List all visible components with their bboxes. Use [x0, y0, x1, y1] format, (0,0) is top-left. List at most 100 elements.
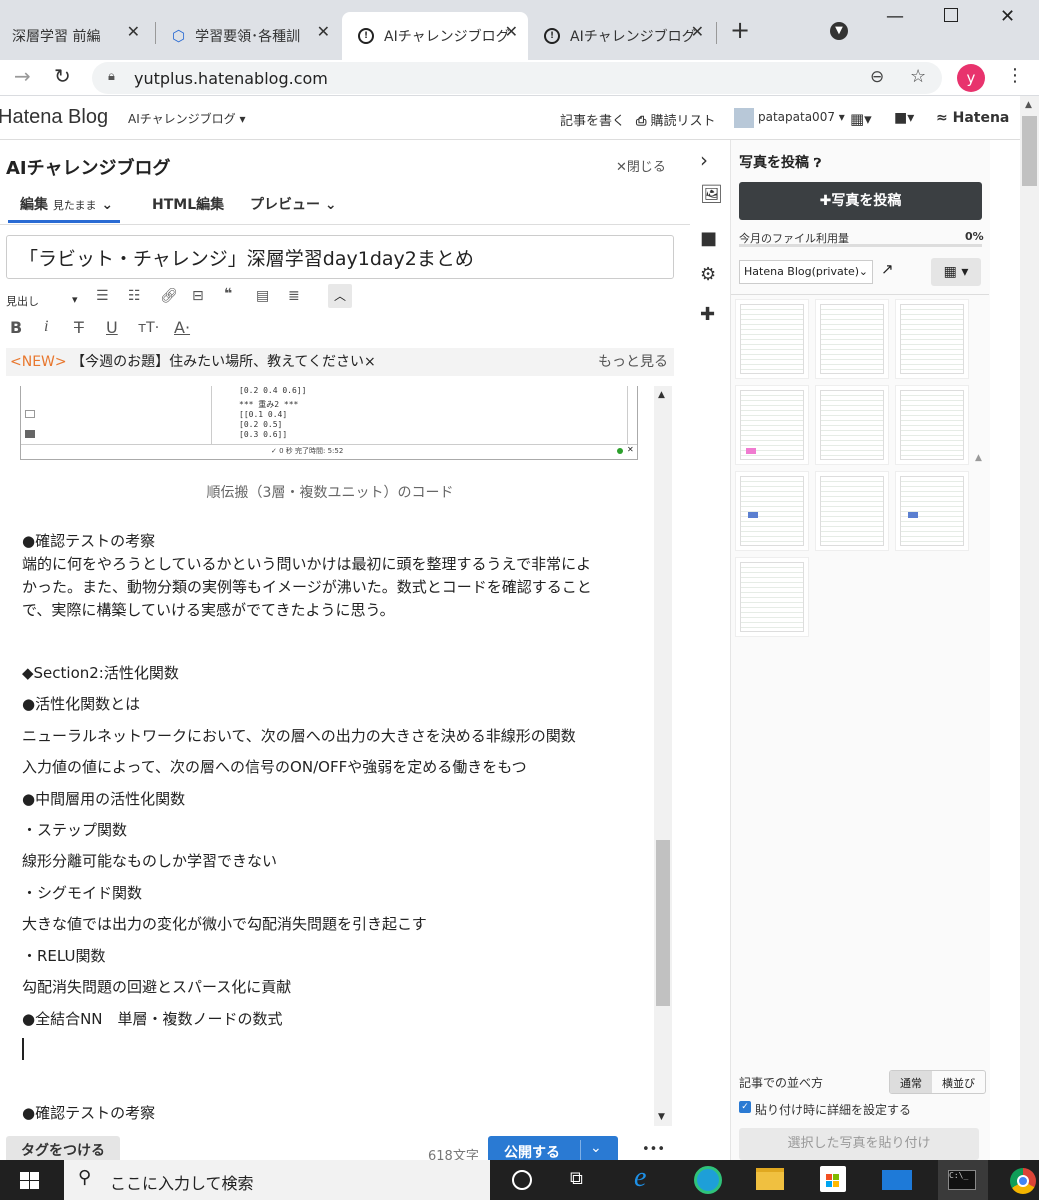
topic-link[interactable]: 【今週のお題】住みたい場所、教えてください×: [71, 354, 376, 370]
store-icon[interactable]: [820, 1166, 846, 1192]
tab-ai-blog[interactable]: ! AIチャレンジブログ ✕: [530, 12, 714, 60]
chrome-menu-icon[interactable]: ⋮: [1006, 65, 1024, 86]
window-close-icon[interactable]: ✕: [1000, 6, 1015, 27]
user-menu[interactable]: patapata007 ▾: [758, 110, 845, 124]
write-link[interactable]: 記事を書く: [560, 110, 625, 129]
reading-list-link[interactable]: ⎙ 購読リスト: [636, 110, 716, 129]
scrollbar-thumb[interactable]: [656, 840, 670, 1006]
more-options-icon[interactable]: •••: [642, 1142, 665, 1157]
sort-side-option[interactable]: 横並び: [932, 1071, 985, 1093]
scrollbar-thumb[interactable]: [1022, 116, 1037, 186]
gear-icon[interactable]: ⚙: [700, 264, 716, 285]
photo-thumbnail[interactable]: [895, 385, 969, 465]
view-grid-button[interactable]: ▦ ▾: [931, 258, 981, 286]
photo-grid: ▲ ▼: [731, 294, 989, 1195]
format-select[interactable]: 見出し ▾: [6, 290, 86, 310]
quote-icon[interactable]: ❝: [224, 286, 232, 302]
apps-grid-icon[interactable]: ▦▾: [850, 110, 872, 128]
numbered-list-icon[interactable]: ☷: [128, 288, 141, 304]
upload-photo-button[interactable]: ✚写真を投稿: [739, 182, 982, 220]
text-color-icon[interactable]: A·: [174, 318, 190, 337]
photo-thumbnail[interactable]: [735, 385, 809, 465]
folder-icon[interactable]: ■: [700, 228, 717, 249]
chevron-right-icon[interactable]: ›: [700, 148, 708, 172]
table-icon[interactable]: ▤: [256, 288, 269, 304]
tab-preview[interactable]: プレビュー ⌄: [250, 194, 337, 214]
scroll-up-icon[interactable]: ▲: [658, 390, 665, 400]
zoom-icon[interactable]: ⊖: [870, 67, 884, 87]
hatena-brand-link[interactable]: ≈ Hatena: [936, 110, 1009, 126]
photo-thumbnail[interactable]: [895, 471, 969, 551]
italic-icon[interactable]: i: [44, 318, 48, 336]
collapse-toolbar-icon[interactable]: ︿: [328, 284, 352, 308]
close-icon[interactable]: ✕: [127, 22, 140, 41]
cortana-icon[interactable]: [512, 1170, 532, 1190]
photo-thumbnail[interactable]: [895, 299, 969, 379]
horizontal-rule-icon[interactable]: ⊟: [192, 288, 204, 304]
new-tab-button[interactable]: +: [730, 16, 750, 44]
internet-explorer-icon[interactable]: e: [634, 1162, 646, 1194]
bold-icon[interactable]: B: [10, 318, 22, 337]
close-icon[interactable]: ✕: [691, 22, 704, 41]
photo-thumbnail[interactable]: [815, 299, 889, 379]
user-avatar[interactable]: [734, 108, 754, 128]
hatena-header: Hatena Blog AIチャレンジブログ ▾ 記事を書く ⎙ 購読リスト p…: [0, 96, 1020, 140]
mail-icon[interactable]: [882, 1170, 912, 1190]
photo-thumbnail[interactable]: [735, 299, 809, 379]
tab-html[interactable]: HTML編集: [152, 194, 224, 214]
tab-ai-blog-active[interactable]: ! AIチャレンジブログ ✕: [342, 12, 528, 60]
maximize-icon[interactable]: [944, 8, 958, 22]
photo-thumbnail[interactable]: [735, 557, 809, 637]
photo-thumbnail[interactable]: [735, 471, 809, 551]
taskbar-search[interactable]: ⚲ ここに入力して検索: [64, 1160, 490, 1200]
task-view-icon[interactable]: ⧉: [570, 1168, 583, 1189]
photo-thumbnail[interactable]: [815, 471, 889, 551]
hatena-blog-logo[interactable]: Hatena Blog: [0, 106, 108, 129]
read-more-icon[interactable]: ≣: [288, 288, 300, 304]
photo-thumbnail[interactable]: [815, 385, 889, 465]
paste-photo-button[interactable]: 選択した写真を貼り付け: [739, 1128, 979, 1160]
photo-icon[interactable]: 🖼︎: [700, 184, 723, 205]
strikethrough-icon[interactable]: T: [74, 318, 84, 337]
title-input[interactable]: 「ラビット・チャレンジ」深層学習day1day2まとめ: [6, 235, 674, 279]
chevron-down-icon[interactable]: ⌄: [590, 1140, 602, 1156]
external-link-icon[interactable]: ↗: [881, 260, 894, 278]
more-topics-link[interactable]: もっと見る: [598, 348, 668, 376]
tab-deep-learning[interactable]: 深層学習 前編 ✕: [0, 12, 150, 60]
scroll-up-icon[interactable]: ▲: [975, 453, 982, 463]
blog-menu[interactable]: AIチャレンジブログ ▾: [128, 110, 245, 127]
tab-study-guide[interactable]: ⬡ 学習要領･各種訓 ✕: [160, 12, 340, 60]
notification-icon[interactable]: ■▾: [894, 110, 914, 126]
page-scrollbar[interactable]: ▲: [1020, 96, 1039, 1160]
minimize-icon[interactable]: —: [886, 6, 904, 27]
close-icon[interactable]: ✕: [505, 22, 518, 41]
editor-scrollbar[interactable]: ▲ ▼: [654, 386, 672, 1126]
reload-icon[interactable]: ↻: [54, 64, 71, 88]
font-size-icon[interactable]: тT·: [138, 320, 159, 336]
terminal-taskbar-item[interactable]: C:\_: [938, 1160, 988, 1200]
close-icon[interactable]: ✕: [317, 22, 330, 41]
album-select[interactable]: Hatena Blog(private) ⌄: [739, 260, 873, 284]
plus-icon[interactable]: ✚: [700, 304, 715, 325]
link-icon[interactable]: 🔗︎: [160, 288, 178, 304]
scroll-down-icon[interactable]: ▼: [658, 1112, 665, 1122]
editor-content[interactable]: [0.2 0.4 0.6]] *** 重み2 *** [[0.1 0.4] [0…: [6, 386, 654, 1126]
hatena-wifi-icon: ≈: [936, 110, 948, 126]
chrome-icon[interactable]: [1010, 1168, 1036, 1194]
help-icon[interactable]: ❓︎: [814, 156, 821, 170]
address-bar[interactable]: 🔒︎ yutplus.hatenablog.com ⊖ ☆: [92, 62, 942, 94]
bookmark-star-icon[interactable]: ☆: [910, 66, 926, 87]
bullet-list-icon[interactable]: ☰: [96, 288, 109, 304]
tab-search-icon[interactable]: ▼: [830, 22, 848, 40]
file-explorer-icon[interactable]: [756, 1168, 784, 1190]
underline-icon[interactable]: U: [106, 318, 118, 337]
tab-edit[interactable]: 編集 見たまま ⌄: [20, 194, 113, 214]
scroll-up-icon[interactable]: ▲: [1025, 100, 1032, 110]
sort-normal-option[interactable]: 通常: [890, 1071, 932, 1093]
edge-icon[interactable]: [694, 1166, 722, 1194]
windows-start-icon[interactable]: [20, 1172, 40, 1190]
profile-avatar[interactable]: y: [957, 64, 985, 92]
forward-icon[interactable]: →: [14, 64, 31, 88]
close-editor-link[interactable]: ✕閉じる: [616, 156, 666, 175]
detail-checkbox[interactable]: ✓: [739, 1101, 751, 1113]
